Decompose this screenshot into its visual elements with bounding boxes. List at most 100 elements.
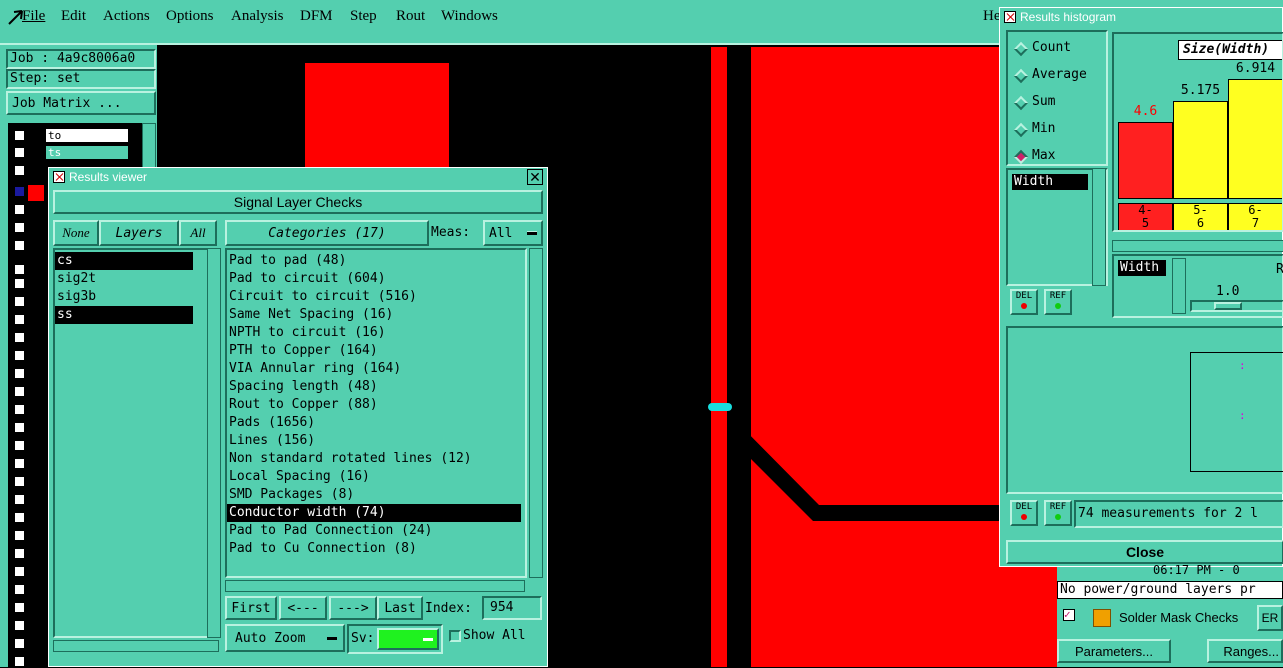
- parameters-button[interactable]: Parameters...: [1057, 639, 1171, 663]
- solder-mask-label[interactable]: Solder Mask Checks: [1119, 610, 1238, 625]
- categories-vscroll[interactable]: [529, 248, 543, 578]
- ranges-button[interactable]: Ranges...: [1207, 639, 1283, 663]
- category-list-item[interactable]: Circuit to circuit (516): [227, 288, 521, 306]
- solder-mask-check-checkbox[interactable]: ✓: [1063, 609, 1075, 621]
- close-button[interactable]: Close: [1006, 540, 1283, 564]
- category-list-item[interactable]: PTH to Copper (164): [227, 342, 521, 360]
- auto-zoom-dropdown[interactable]: Auto Zoom: [225, 624, 345, 652]
- layer-checkbox[interactable]: [13, 655, 26, 668]
- show-all-checkbox[interactable]: [449, 630, 461, 642]
- scale-vscroll[interactable]: [1172, 258, 1186, 314]
- layer-checkbox[interactable]: [13, 439, 26, 452]
- menu-options[interactable]: Options: [166, 8, 214, 25]
- layer-checkbox[interactable]: [13, 203, 26, 216]
- layers-hscroll[interactable]: [53, 640, 219, 652]
- category-list-item[interactable]: Non standard rotated lines (12): [227, 450, 521, 468]
- category-list-item[interactable]: Same Net Spacing (16): [227, 306, 521, 324]
- layer-checkbox[interactable]: [13, 457, 26, 470]
- category-list-item[interactable]: Spacing length (48): [227, 378, 521, 396]
- histogram-bar[interactable]: [1173, 101, 1228, 199]
- layer-checkbox[interactable]: [13, 277, 26, 290]
- meas-dropdown[interactable]: All: [483, 220, 543, 246]
- category-list-item[interactable]: Conductor width (74): [227, 504, 521, 522]
- del-button-2[interactable]: DEL: [1010, 500, 1038, 526]
- ref-button-2[interactable]: REF: [1044, 500, 1072, 526]
- results-viewer-titlebar[interactable]: Results viewer ✕: [49, 168, 547, 186]
- layer-checkbox[interactable]: [13, 185, 26, 198]
- del-button[interactable]: DEL: [1010, 289, 1038, 315]
- layer-checkbox[interactable]: [13, 331, 26, 344]
- layers-none-button[interactable]: None: [53, 220, 99, 246]
- category-list-item[interactable]: NPTH to circuit (16): [227, 324, 521, 342]
- layer-checkbox[interactable]: [13, 403, 26, 416]
- chart-hscroll[interactable]: [1112, 240, 1283, 252]
- category-list-item[interactable]: VIA Annular ring (164): [227, 360, 521, 378]
- layer-checkbox[interactable]: [13, 239, 26, 252]
- measurement-marker[interactable]: [708, 403, 732, 411]
- layer-checkbox[interactable]: [13, 164, 26, 177]
- layer-checkbox[interactable]: [13, 221, 26, 234]
- layer-checkbox[interactable]: [13, 475, 26, 488]
- layer-checkbox[interactable]: [13, 367, 26, 380]
- er-button[interactable]: ER: [1257, 605, 1283, 631]
- menu-windows[interactable]: Windows: [441, 8, 498, 25]
- category-list-item[interactable]: Pads (1656): [227, 414, 521, 432]
- layer-checkbox[interactable]: [13, 295, 26, 308]
- layer-list-item[interactable]: cs: [55, 252, 193, 270]
- layer-list-item[interactable]: ss: [55, 306, 193, 324]
- histogram-bar[interactable]: [1118, 122, 1173, 199]
- layer-checkbox[interactable]: [13, 511, 26, 524]
- first-button[interactable]: First: [225, 596, 277, 620]
- category-list-item[interactable]: Local Spacing (16): [227, 468, 521, 486]
- layer-checkbox[interactable]: [13, 637, 26, 650]
- histogram-titlebar[interactable]: Results histogram: [1000, 8, 1282, 26]
- job-matrix-button[interactable]: Job Matrix ...: [6, 91, 156, 115]
- scale-field-width[interactable]: Width: [1118, 260, 1166, 276]
- layer-checkbox[interactable]: [13, 263, 26, 276]
- layers-vscroll[interactable]: [207, 248, 221, 638]
- category-list-item[interactable]: Pad to pad (48): [227, 252, 521, 270]
- prev-button[interactable]: <---: [279, 596, 327, 620]
- menu-file[interactable]: File: [22, 8, 45, 25]
- last-button[interactable]: Last: [377, 596, 423, 620]
- sv-color-selector[interactable]: [377, 628, 439, 650]
- close-window-button[interactable]: ✕: [527, 169, 543, 185]
- layer-checkbox[interactable]: [13, 529, 26, 542]
- category-list-item[interactable]: SMD Packages (8): [227, 486, 521, 504]
- slider-thumb[interactable]: [1214, 302, 1242, 310]
- option-radio-average[interactable]: [1013, 68, 1029, 84]
- option-radio-sum[interactable]: [1013, 95, 1029, 111]
- menu-step[interactable]: Step: [350, 8, 377, 25]
- layer-checkbox[interactable]: [13, 565, 26, 578]
- layer-checkbox[interactable]: [13, 129, 26, 142]
- menu-edit[interactable]: Edit: [61, 8, 86, 25]
- scale-slider[interactable]: [1190, 300, 1283, 312]
- layer-list-item[interactable]: sig3b: [55, 288, 193, 306]
- layer-list-item[interactable]: sig2t: [55, 270, 193, 288]
- index-input[interactable]: 954: [482, 596, 542, 620]
- category-list-item[interactable]: Lines (156): [227, 432, 521, 450]
- layer-checkbox[interactable]: [13, 583, 26, 596]
- menu-help[interactable]: He: [983, 8, 1001, 25]
- layer-checkbox[interactable]: [13, 601, 26, 614]
- menu-dfm[interactable]: DFM: [300, 8, 333, 25]
- layer-row-ts[interactable]: ts: [45, 145, 129, 160]
- category-list-item[interactable]: Pad to Pad Connection (24): [227, 522, 521, 540]
- menu-analysis[interactable]: Analysis: [231, 8, 284, 25]
- layer-checkbox[interactable]: [13, 313, 26, 326]
- categories-hscroll[interactable]: [225, 580, 525, 592]
- menu-rout[interactable]: Rout: [396, 8, 425, 25]
- layers-all-button[interactable]: All: [179, 220, 217, 246]
- layer-checkbox[interactable]: [13, 349, 26, 362]
- option-radio-max[interactable]: [1013, 149, 1029, 165]
- layer-checkbox[interactable]: [13, 385, 26, 398]
- category-list-item[interactable]: Pad to Cu Connection (8): [227, 540, 521, 558]
- field-vscroll[interactable]: [1092, 168, 1106, 286]
- layer-checkbox[interactable]: [13, 547, 26, 560]
- field-width[interactable]: Width: [1012, 174, 1088, 190]
- category-list-item[interactable]: Pad to circuit (604): [227, 270, 521, 288]
- category-list-item[interactable]: Rout to Copper (88): [227, 396, 521, 414]
- layer-checkbox[interactable]: [13, 493, 26, 506]
- option-radio-count[interactable]: [1013, 41, 1029, 57]
- layer-row-to[interactable]: to: [45, 128, 129, 143]
